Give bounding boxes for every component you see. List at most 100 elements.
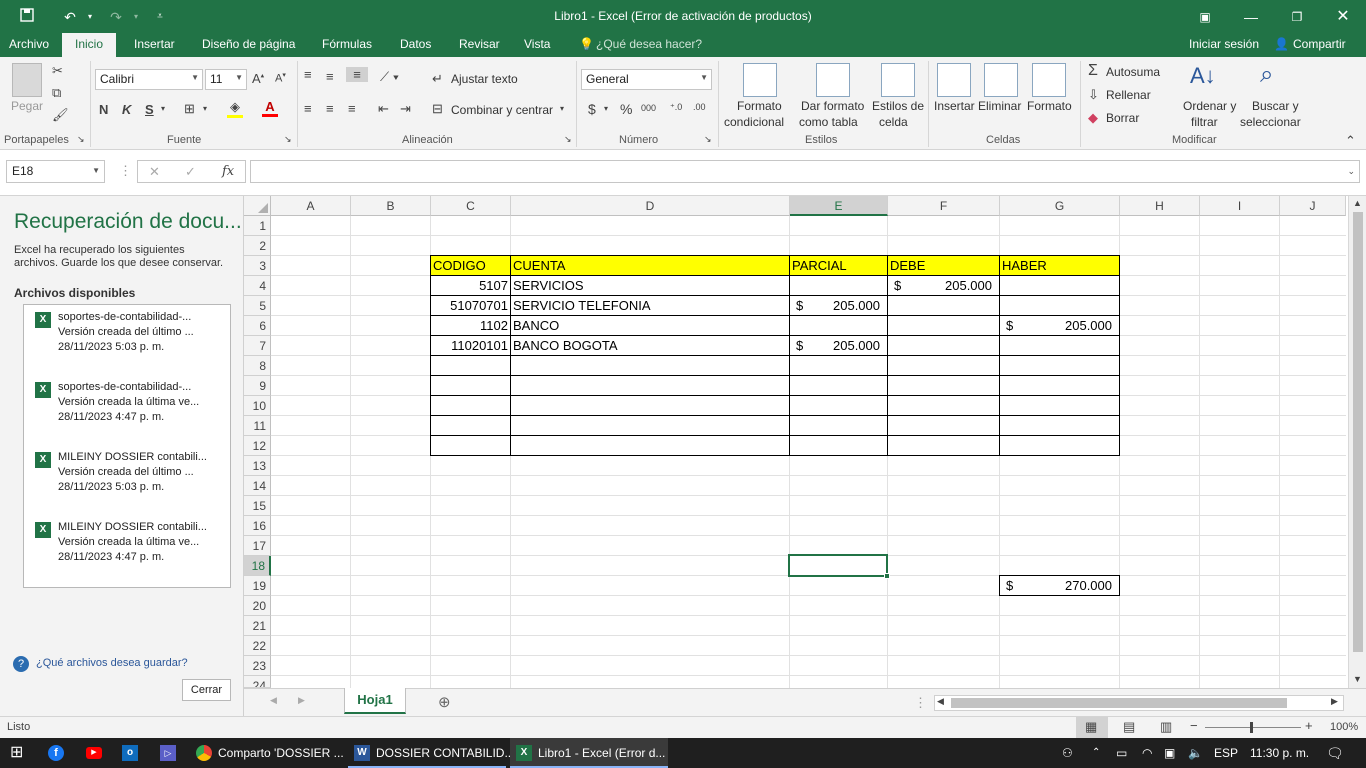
currency-button[interactable]: $: [588, 101, 596, 117]
tab-vista[interactable]: Vista: [524, 37, 550, 51]
thousands-button[interactable]: 000: [641, 103, 656, 113]
scroll-right-icon[interactable]: ▶: [1331, 696, 1338, 707]
font-size-select[interactable]: 11 ▼: [205, 69, 247, 90]
row-header-5[interactable]: 5: [244, 296, 271, 316]
taskbar-app-excel[interactable]: X Libro1 - Excel (Error d...: [510, 738, 668, 768]
horizontal-scrollbar[interactable]: ◀ ▶: [934, 695, 1344, 711]
find-select-icon[interactable]: ⌕: [1260, 61, 1273, 89]
cell-f4[interactable]: 205.000: [888, 276, 992, 295]
cell-c6[interactable]: 1102: [430, 316, 508, 335]
tab-insertar[interactable]: Insertar: [134, 37, 175, 51]
scroll-left-icon[interactable]: ◀: [937, 696, 944, 707]
find-select-label-2[interactable]: seleccionar: [1240, 115, 1301, 129]
row-header-12[interactable]: 12: [244, 436, 271, 456]
tab-revisar[interactable]: Revisar: [459, 37, 500, 51]
delete-cells-button[interactable]: Eliminar: [978, 99, 1021, 113]
column-header-g[interactable]: G: [1000, 196, 1120, 216]
number-format-select[interactable]: General ▼: [581, 69, 712, 90]
confirm-entry-icon[interactable]: ✓: [185, 164, 196, 180]
scroll-up-icon[interactable]: ▲: [1353, 198, 1362, 208]
fill-button[interactable]: Rellenar: [1106, 88, 1151, 102]
format-as-table-label-2[interactable]: como tabla: [799, 115, 858, 129]
close-icon[interactable]: ✕: [1331, 6, 1355, 28]
cell-d4[interactable]: SERVICIOS: [513, 276, 584, 295]
cell-styles-label-2[interactable]: celda: [879, 115, 908, 129]
merge-dropdown-icon[interactable]: ▾: [560, 104, 564, 113]
column-header-j[interactable]: J: [1280, 196, 1346, 216]
zoom-slider-thumb[interactable]: [1250, 722, 1253, 733]
new-sheet-icon[interactable]: ⊕: [438, 693, 451, 711]
row-header-24[interactable]: 24: [244, 676, 271, 688]
sort-filter-label-2[interactable]: filtrar: [1191, 115, 1218, 129]
percent-button[interactable]: %: [620, 101, 632, 117]
column-header-f[interactable]: F: [888, 196, 1000, 216]
column-header-d[interactable]: D: [511, 196, 790, 216]
cell-c4[interactable]: 5107: [430, 276, 508, 295]
italic-button[interactable]: K: [122, 102, 131, 117]
wifi-icon[interactable]: ◠: [1142, 738, 1152, 768]
name-box-dropdown-icon[interactable]: ▼: [92, 166, 100, 175]
row-header-3[interactable]: 3: [244, 256, 271, 276]
sort-filter-icon[interactable]: A↓: [1190, 63, 1216, 89]
cell-c3[interactable]: CODIGO: [433, 256, 486, 275]
eraser-icon[interactable]: ◆: [1088, 110, 1098, 126]
taskbar-app-word[interactable]: W DOSSIER CONTABILID...: [348, 738, 514, 768]
cell-d3[interactable]: CUENTA: [513, 256, 565, 275]
cell-e7[interactable]: 205.000: [790, 336, 880, 355]
zoom-level[interactable]: 100%: [1330, 721, 1358, 733]
row-header-10[interactable]: 10: [244, 396, 271, 416]
merge-center-button[interactable]: Combinar y centrar: [451, 103, 553, 117]
format-cells-button[interactable]: Formato: [1027, 99, 1072, 113]
sheet-tab-hoja1[interactable]: Hoja1: [344, 688, 406, 714]
format-cells-icon[interactable]: [1032, 63, 1066, 97]
cell-c5[interactable]: 51070701: [430, 296, 508, 315]
row-header-13[interactable]: 13: [244, 456, 271, 476]
row-header-1[interactable]: 1: [244, 216, 271, 236]
splitter-icon[interactable]: ⋮: [914, 695, 927, 711]
battery-icon[interactable]: ▭: [1116, 738, 1127, 768]
tab-datos[interactable]: Datos: [400, 37, 431, 51]
alignment-launcher-icon[interactable]: ↘: [564, 134, 572, 145]
delete-cells-icon[interactable]: [984, 63, 1018, 97]
align-right-icon[interactable]: ≡: [348, 101, 356, 116]
decrease-font-icon[interactable]: A▾: [275, 71, 286, 85]
cancel-entry-icon[interactable]: ✕: [149, 164, 160, 180]
zoom-slider[interactable]: [1205, 727, 1301, 728]
tab-archivo[interactable]: Archivo: [9, 37, 49, 51]
insert-function-button[interactable]: fx: [222, 164, 234, 179]
taskbar-app-chrome[interactable]: Comparto 'DOSSIER ...: [190, 738, 344, 768]
fill-handle[interactable]: [884, 573, 890, 579]
currency-dropdown-icon[interactable]: ▾: [604, 104, 608, 113]
conditional-format-icon[interactable]: [743, 63, 777, 97]
cut-icon[interactable]: ✂: [52, 63, 63, 79]
format-painter-icon[interactable]: 🖌: [52, 107, 69, 123]
autosum-icon[interactable]: Σ: [1088, 62, 1098, 80]
page-break-icon[interactable]: ▥: [1160, 719, 1172, 735]
copy-icon[interactable]: ⧉: [52, 85, 61, 101]
app-icon[interactable]: ▷: [160, 745, 176, 761]
normal-view-button[interactable]: ▦: [1076, 717, 1108, 738]
column-header-i[interactable]: I: [1200, 196, 1280, 216]
row-header-20[interactable]: 20: [244, 596, 271, 616]
font-name-select[interactable]: Calibri ▼: [95, 69, 203, 90]
orientation-icon[interactable]: ⟋ ▾: [380, 69, 399, 85]
cell-styles-label-1[interactable]: Estilos de: [872, 99, 924, 113]
share-button[interactable]: Compartir: [1293, 37, 1346, 51]
restore-icon[interactable]: ❐: [1285, 6, 1309, 28]
column-header-e[interactable]: E: [790, 196, 888, 216]
cell-e3[interactable]: PARCIAL: [792, 256, 847, 275]
ribbon-display-icon[interactable]: ▣: [1193, 6, 1217, 28]
next-sheet-icon[interactable]: ▶: [298, 695, 305, 706]
wrap-text-button[interactable]: Ajustar texto: [451, 72, 518, 86]
tab-formulas[interactable]: Fórmulas: [322, 37, 372, 51]
cell-e5[interactable]: 205.000: [790, 296, 880, 315]
volume-icon[interactable]: 🔈: [1188, 738, 1203, 768]
which-files-link[interactable]: ¿Qué archivos desea guardar?: [36, 657, 188, 669]
language-indicator[interactable]: ESP: [1214, 738, 1238, 768]
merge-center-icon[interactable]: ⊟: [432, 101, 443, 117]
tab-diseno[interactable]: Diseño de página: [202, 37, 295, 51]
cell-g6[interactable]: 205.000: [1000, 316, 1112, 335]
font-launcher-icon[interactable]: ↘: [284, 134, 292, 145]
facebook-icon[interactable]: f: [48, 745, 64, 761]
fill-icon[interactable]: ⇩: [1088, 87, 1099, 103]
